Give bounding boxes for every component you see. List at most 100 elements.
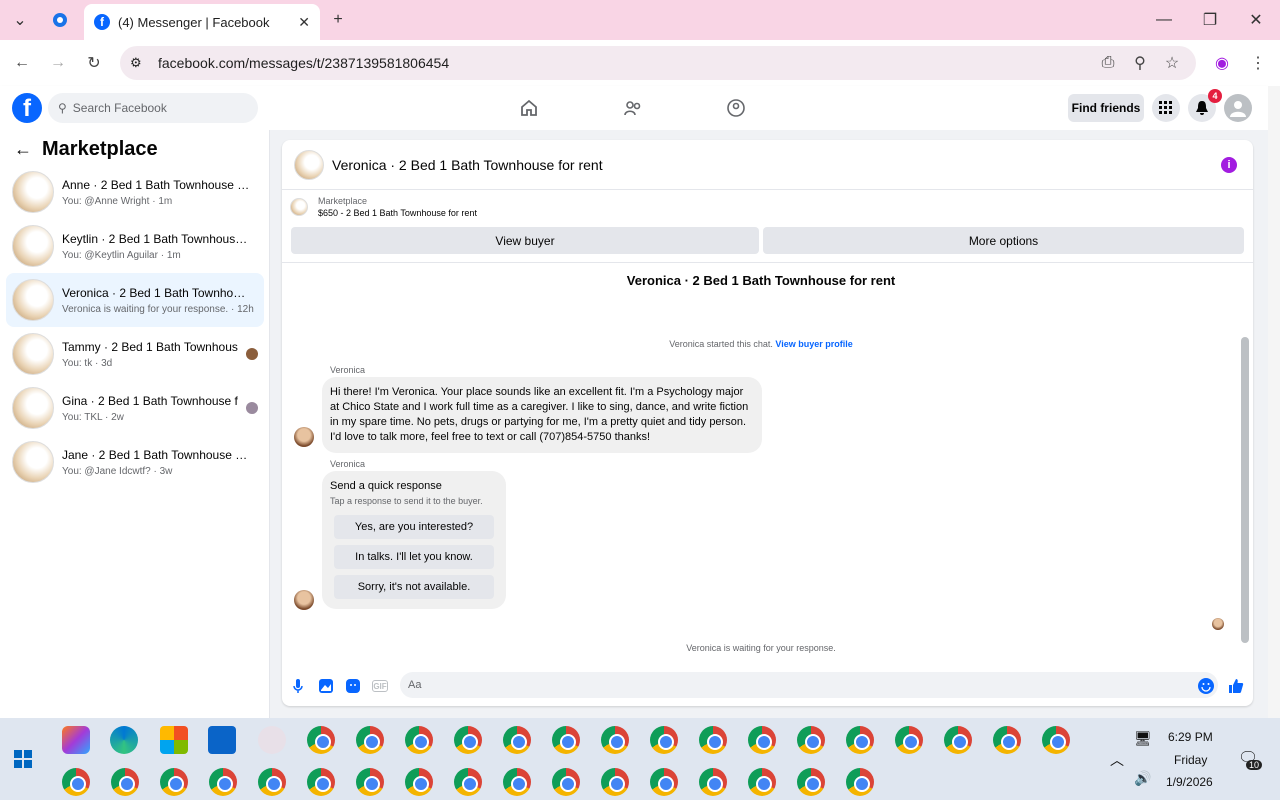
- chrome-icon[interactable]: [650, 726, 678, 754]
- new-tab-icon[interactable]: +: [326, 8, 350, 32]
- chrome-icon[interactable]: [748, 726, 776, 754]
- groups-icon[interactable]: [724, 96, 748, 120]
- edge-icon[interactable]: [110, 726, 138, 754]
- chrome-icon[interactable]: [748, 768, 776, 796]
- chrome-icon[interactable]: [258, 768, 286, 796]
- chat-title[interactable]: Veronica · 2 Bed 1 Bath Townhouse for re…: [332, 157, 603, 173]
- listing-thumbnail[interactable]: [294, 149, 324, 180]
- view-buyer-button[interactable]: View buyer: [291, 227, 759, 254]
- find-friends-button[interactable]: Find friends: [1068, 94, 1144, 122]
- back-icon[interactable]: ←: [10, 51, 34, 75]
- conversation-item[interactable]: Keytlin · 2 Bed 1 Bath Townhouse f... You…: [6, 219, 264, 273]
- volume-icon[interactable]: 🔊: [1134, 770, 1151, 787]
- home-icon[interactable]: [517, 96, 541, 120]
- restore-icon[interactable]: ❐: [1198, 8, 1222, 32]
- emoji-icon[interactable]: [1198, 678, 1214, 694]
- friends-icon[interactable]: [621, 96, 645, 120]
- marketplace-listing[interactable]: Marketplace $650 - 2 Bed 1 Bath Townhous…: [290, 196, 477, 218]
- chrome-icon[interactable]: [454, 726, 482, 754]
- chrome-icon[interactable]: [601, 768, 629, 796]
- clock-time[interactable]: 6:29 PM: [1168, 730, 1213, 744]
- sender-avatar[interactable]: [294, 427, 314, 447]
- chrome-icon[interactable]: [62, 768, 90, 796]
- chrome-icon[interactable]: [699, 768, 727, 796]
- clock-day[interactable]: Friday: [1174, 753, 1207, 767]
- start-windows-icon[interactable]: [14, 750, 34, 770]
- conversation-item[interactable]: Anne · 2 Bed 1 Bath Townhouse fo... You: …: [6, 165, 264, 219]
- message-list[interactable]: Veronica · 2 Bed 1 Bath Townhouse for re…: [282, 262, 1253, 667]
- close-window-icon[interactable]: ✕: [1244, 8, 1268, 32]
- chrome-icon[interactable]: [405, 726, 433, 754]
- page-scrollbar[interactable]: [1268, 86, 1280, 718]
- chrome-icon[interactable]: [601, 726, 629, 754]
- chrome-icon[interactable]: [111, 768, 139, 796]
- thumbs-up-icon[interactable]: [1228, 678, 1244, 694]
- photo-icon[interactable]: [318, 678, 334, 694]
- chrome-icon[interactable]: [944, 726, 972, 754]
- chrome-icon[interactable]: [356, 768, 384, 796]
- site-info-icon[interactable]: ⚙: [130, 55, 142, 71]
- conversation-item-active[interactable]: Veronica · 2 Bed 1 Bath Townhouse... Vero…: [6, 273, 264, 327]
- chrome-icon[interactable]: [307, 726, 335, 754]
- chrome-icon[interactable]: [993, 726, 1021, 754]
- chrome-icon[interactable]: [405, 768, 433, 796]
- chrome-icon[interactable]: [552, 768, 580, 796]
- zoom-icon[interactable]: ⚲: [1128, 51, 1152, 75]
- clock-date[interactable]: 1/9/2026: [1166, 775, 1213, 789]
- chrome-icon[interactable]: [650, 768, 678, 796]
- chrome-icon[interactable]: [307, 768, 335, 796]
- conversation-item[interactable]: Jane · 2 Bed 1 Bath Townhouse for ... You…: [6, 435, 264, 489]
- chrome-icon[interactable]: [209, 768, 237, 796]
- forward-icon[interactable]: →: [46, 51, 70, 75]
- more-options-button[interactable]: More options: [763, 227, 1244, 254]
- reload-icon[interactable]: ↻: [82, 51, 106, 75]
- info-icon[interactable]: i: [1221, 157, 1237, 173]
- url-field[interactable]: ⚙ facebook.com/messages/t/23871395818064…: [120, 46, 1196, 80]
- close-tab-icon[interactable]: ✕: [298, 14, 310, 31]
- conversation-item[interactable]: Tammy · 2 Bed 1 Bath Townhous... You: tk …: [6, 327, 264, 381]
- view-buyer-profile-link[interactable]: View buyer profile: [775, 339, 852, 349]
- facebook-search-input[interactable]: ⚲ Search Facebook: [48, 93, 258, 123]
- bookmark-star-icon[interactable]: ☆: [1160, 51, 1184, 75]
- quick-response-button[interactable]: Yes, are you interested?: [334, 515, 494, 539]
- chrome-icon[interactable]: [503, 726, 531, 754]
- sticker-icon[interactable]: [345, 678, 361, 694]
- install-app-icon[interactable]: ⎙: [1096, 51, 1120, 75]
- menu-grid-icon[interactable]: [1152, 94, 1180, 122]
- chrome-icon[interactable]: [699, 726, 727, 754]
- network-icon[interactable]: 🖥: [1134, 730, 1152, 747]
- chrome-icon[interactable]: [503, 768, 531, 796]
- quick-response-button[interactable]: Sorry, it's not available.: [334, 575, 494, 599]
- chrome-icon[interactable]: [895, 726, 923, 754]
- chrome-icon[interactable]: [1042, 726, 1070, 754]
- app-icon[interactable]: [258, 726, 286, 754]
- chrome-icon[interactable]: [846, 726, 874, 754]
- message-bubble[interactable]: Hi there! I'm Veronica. Your place sound…: [322, 377, 762, 453]
- active-tab[interactable]: f (4) Messenger | Facebook ✕: [84, 4, 320, 40]
- chrome-icon[interactable]: [356, 726, 384, 754]
- copilot-icon[interactable]: [62, 726, 90, 754]
- show-hidden-icons-chevron-icon[interactable]: ︿: [1110, 750, 1124, 770]
- outlook-icon[interactable]: [208, 726, 236, 754]
- store-icon[interactable]: [160, 726, 188, 754]
- microphone-icon[interactable]: [290, 678, 306, 694]
- pinned-tab-icon[interactable]: [48, 8, 72, 32]
- sender-avatar[interactable]: [294, 590, 314, 610]
- gif-icon[interactable]: GIF: [372, 680, 388, 692]
- scrollbar[interactable]: [1241, 273, 1249, 658]
- conversation-item[interactable]: Gina · 2 Bed 1 Bath Townhouse f... You: T…: [6, 381, 264, 435]
- back-arrow-icon[interactable]: ←: [14, 139, 32, 160]
- scrollbar-thumb[interactable]: [1241, 337, 1249, 643]
- profile-icon[interactable]: ◉: [1210, 51, 1234, 75]
- browser-menu-icon[interactable]: ⋮: [1246, 51, 1270, 75]
- chrome-icon[interactable]: [797, 726, 825, 754]
- tab-search-chevron-icon[interactable]: ⌄: [8, 8, 32, 32]
- minimize-icon[interactable]: —: [1152, 8, 1176, 32]
- account-avatar[interactable]: [1224, 94, 1252, 122]
- quick-response-button[interactable]: In talks. I'll let you know.: [334, 545, 494, 569]
- chrome-icon[interactable]: [552, 726, 580, 754]
- chrome-icon[interactable]: [160, 768, 188, 796]
- chrome-icon[interactable]: [797, 768, 825, 796]
- chrome-icon[interactable]: [454, 768, 482, 796]
- message-input[interactable]: Aa: [400, 672, 1218, 698]
